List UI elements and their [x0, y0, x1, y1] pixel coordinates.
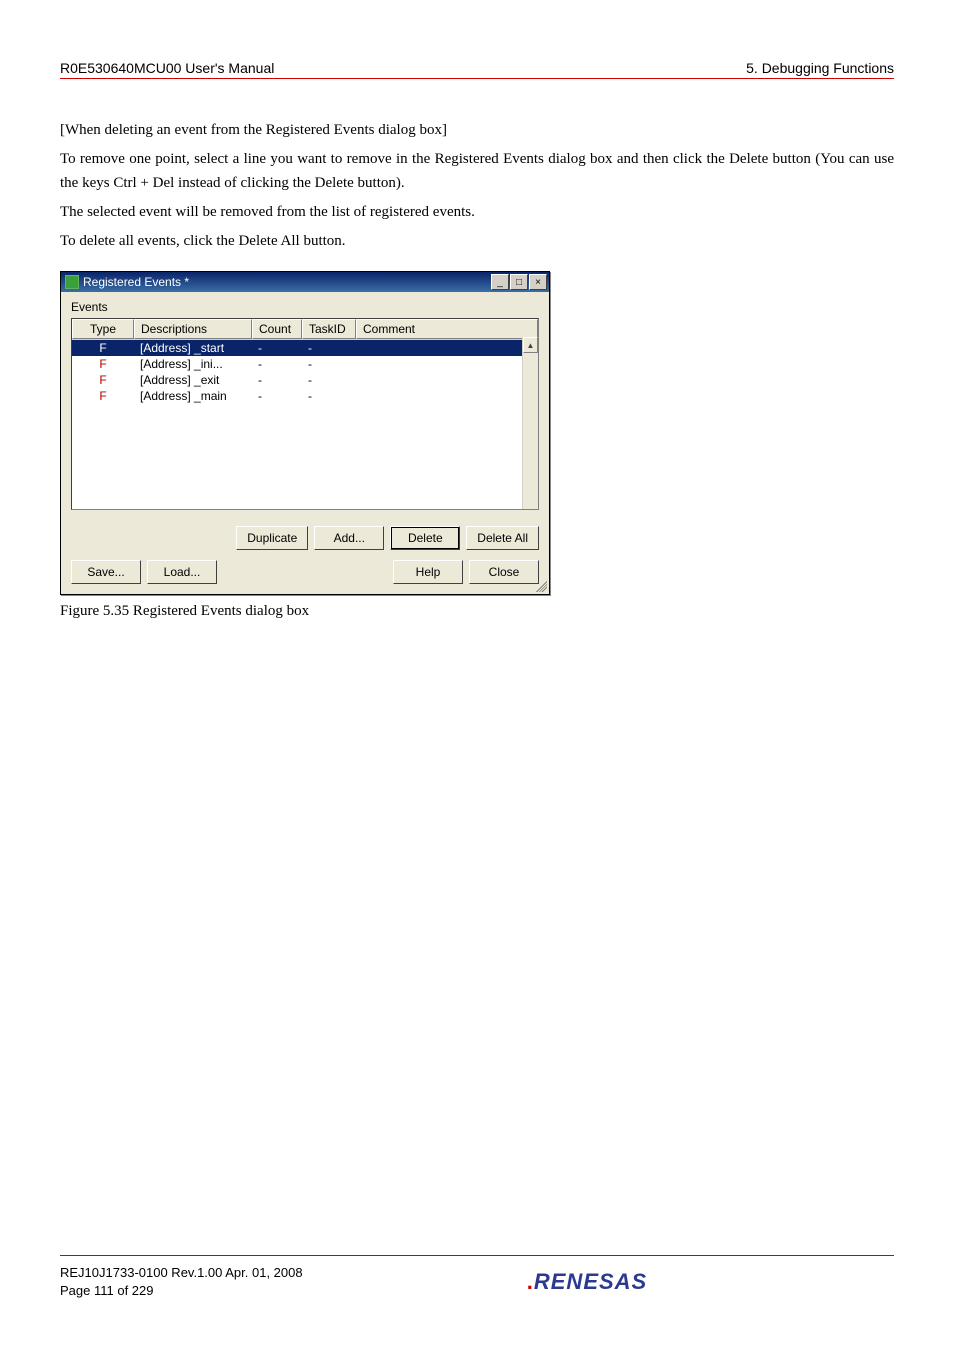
dialog-title: Registered Events *	[83, 275, 491, 289]
save-button[interactable]: Save...	[71, 560, 141, 584]
close-window-button[interactable]: ×	[529, 274, 547, 290]
footer-rev: REJ10J1733-0100 Rev.1.00 Apr. 01, 2008	[60, 1264, 380, 1282]
cell-taskid: -	[302, 340, 356, 356]
load-button[interactable]: Load...	[147, 560, 217, 584]
footer-rule	[60, 1255, 894, 1256]
add-button[interactable]: Add...	[314, 526, 384, 550]
page-footer: REJ10J1733-0100 Rev.1.00 Apr. 01, 2008 P…	[60, 1255, 894, 1300]
col-type[interactable]: Type	[72, 319, 134, 339]
body-line-1: [When deleting an event from the Registe…	[60, 119, 894, 142]
page-header: R0E530640MCU00 User's Manual 5. Debuggin…	[60, 60, 894, 79]
cell-count: -	[252, 388, 302, 404]
events-list[interactable]: Type Descriptions Count TaskID Comment F…	[71, 318, 539, 510]
figure-caption: Figure 5.35 Registered Events dialog box	[60, 603, 894, 620]
cell-count: -	[252, 356, 302, 372]
cell-desc: [Address] _exit	[134, 372, 252, 388]
scroll-up-icon[interactable]: ▲	[523, 337, 538, 353]
table-row[interactable]: F [Address] _ini... - -	[72, 356, 538, 372]
cell-type: F	[72, 372, 134, 388]
cell-type: F	[72, 356, 134, 372]
duplicate-button[interactable]: Duplicate	[236, 526, 308, 550]
body-line-2: To remove one point, select a line you w…	[60, 148, 894, 195]
cell-count: -	[252, 372, 302, 388]
renesas-logo: .RENESAS	[380, 1269, 794, 1295]
cell-taskid: -	[302, 356, 356, 372]
col-comment[interactable]: Comment	[356, 319, 538, 339]
cell-comment	[356, 388, 538, 404]
list-header: Type Descriptions Count TaskID Comment	[72, 319, 538, 340]
cell-comment	[356, 340, 538, 356]
table-row[interactable]: F [Address] _main - -	[72, 388, 538, 404]
col-taskid[interactable]: TaskID	[302, 319, 356, 339]
cell-count: -	[252, 340, 302, 356]
app-icon	[65, 275, 79, 289]
header-left: R0E530640MCU00 User's Manual	[60, 60, 274, 76]
cell-comment	[356, 372, 538, 388]
body-text: [When deleting an event from the Registe…	[60, 119, 894, 253]
cell-type: F	[72, 388, 134, 404]
col-count[interactable]: Count	[252, 319, 302, 339]
cell-type: F	[72, 340, 134, 356]
cell-desc: [Address] _start	[134, 340, 252, 356]
footer-page: Page 111 of 229	[60, 1282, 380, 1300]
cell-taskid: -	[302, 372, 356, 388]
scrollbar-vertical[interactable]: ▲	[522, 337, 538, 509]
body-line-3: The selected event will be removed from …	[60, 201, 894, 224]
cell-taskid: -	[302, 388, 356, 404]
maximize-button[interactable]: □	[510, 274, 528, 290]
help-button[interactable]: Help	[393, 560, 463, 584]
body-line-4: To delete all events, click the Delete A…	[60, 230, 894, 253]
delete-all-button[interactable]: Delete All	[466, 526, 539, 550]
registered-events-dialog: Registered Events * _ □ × Events Type De…	[60, 271, 550, 595]
table-row[interactable]: F [Address] _exit - -	[72, 372, 538, 388]
dialog-titlebar[interactable]: Registered Events * _ □ ×	[61, 272, 549, 292]
cell-comment	[356, 356, 538, 372]
close-button[interactable]: Close	[469, 560, 539, 584]
table-row[interactable]: F [Address] _start - -	[72, 340, 538, 356]
delete-button[interactable]: Delete	[390, 526, 460, 550]
col-descriptions[interactable]: Descriptions	[134, 319, 252, 339]
header-right: 5. Debugging Functions	[746, 60, 894, 76]
cell-desc: [Address] _main	[134, 388, 252, 404]
cell-desc: [Address] _ini...	[134, 356, 252, 372]
events-group-label: Events	[71, 300, 539, 314]
resize-grip-icon[interactable]	[533, 578, 547, 592]
minimize-button[interactable]: _	[491, 274, 509, 290]
